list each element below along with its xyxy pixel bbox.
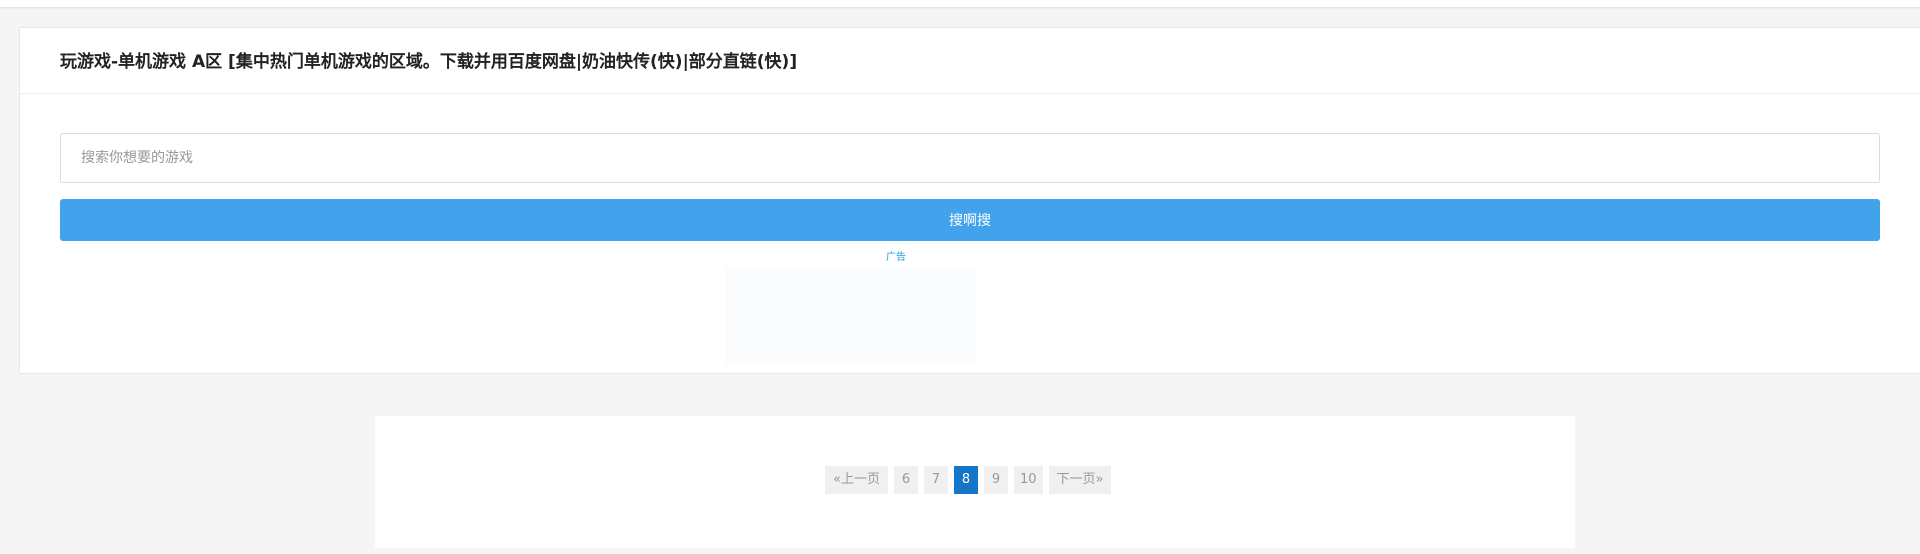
page-link-7[interactable]: 7 bbox=[923, 466, 948, 494]
top-navbar bbox=[0, 0, 1920, 7]
next-page-link[interactable]: 下一页» bbox=[1048, 466, 1112, 494]
pagination: «上一页 6 7 8 9 10 下一页» bbox=[825, 466, 1112, 494]
section-header: 玩游戏-单机游戏 A区 [集中热门单机游戏的区域。下载并用百度网盘|奶油快传(快… bbox=[20, 28, 1920, 94]
page-link-8-current[interactable]: 8 bbox=[953, 466, 978, 494]
ad-label-link[interactable]: 广告 bbox=[886, 252, 906, 264]
search-input[interactable] bbox=[60, 133, 1880, 183]
pagination-panel: «上一页 6 7 8 9 10 下一页» bbox=[375, 416, 1575, 548]
page-link-6[interactable]: 6 bbox=[893, 466, 918, 494]
page-link-9[interactable]: 9 bbox=[983, 466, 1008, 494]
search-button[interactable]: 搜啊搜 bbox=[60, 199, 1880, 241]
prev-page-link[interactable]: «上一页 bbox=[825, 466, 888, 494]
page-link-10[interactable]: 10 bbox=[1013, 466, 1043, 494]
ad-placeholder bbox=[726, 266, 976, 366]
section-title: 玩游戏-单机游戏 A区 [集中热门单机游戏的区域。下载并用百度网盘|奶油快传(快… bbox=[60, 52, 798, 72]
section-card: 玩游戏-单机游戏 A区 [集中热门单机游戏的区域。下载并用百度网盘|奶油快传(快… bbox=[19, 27, 1920, 374]
